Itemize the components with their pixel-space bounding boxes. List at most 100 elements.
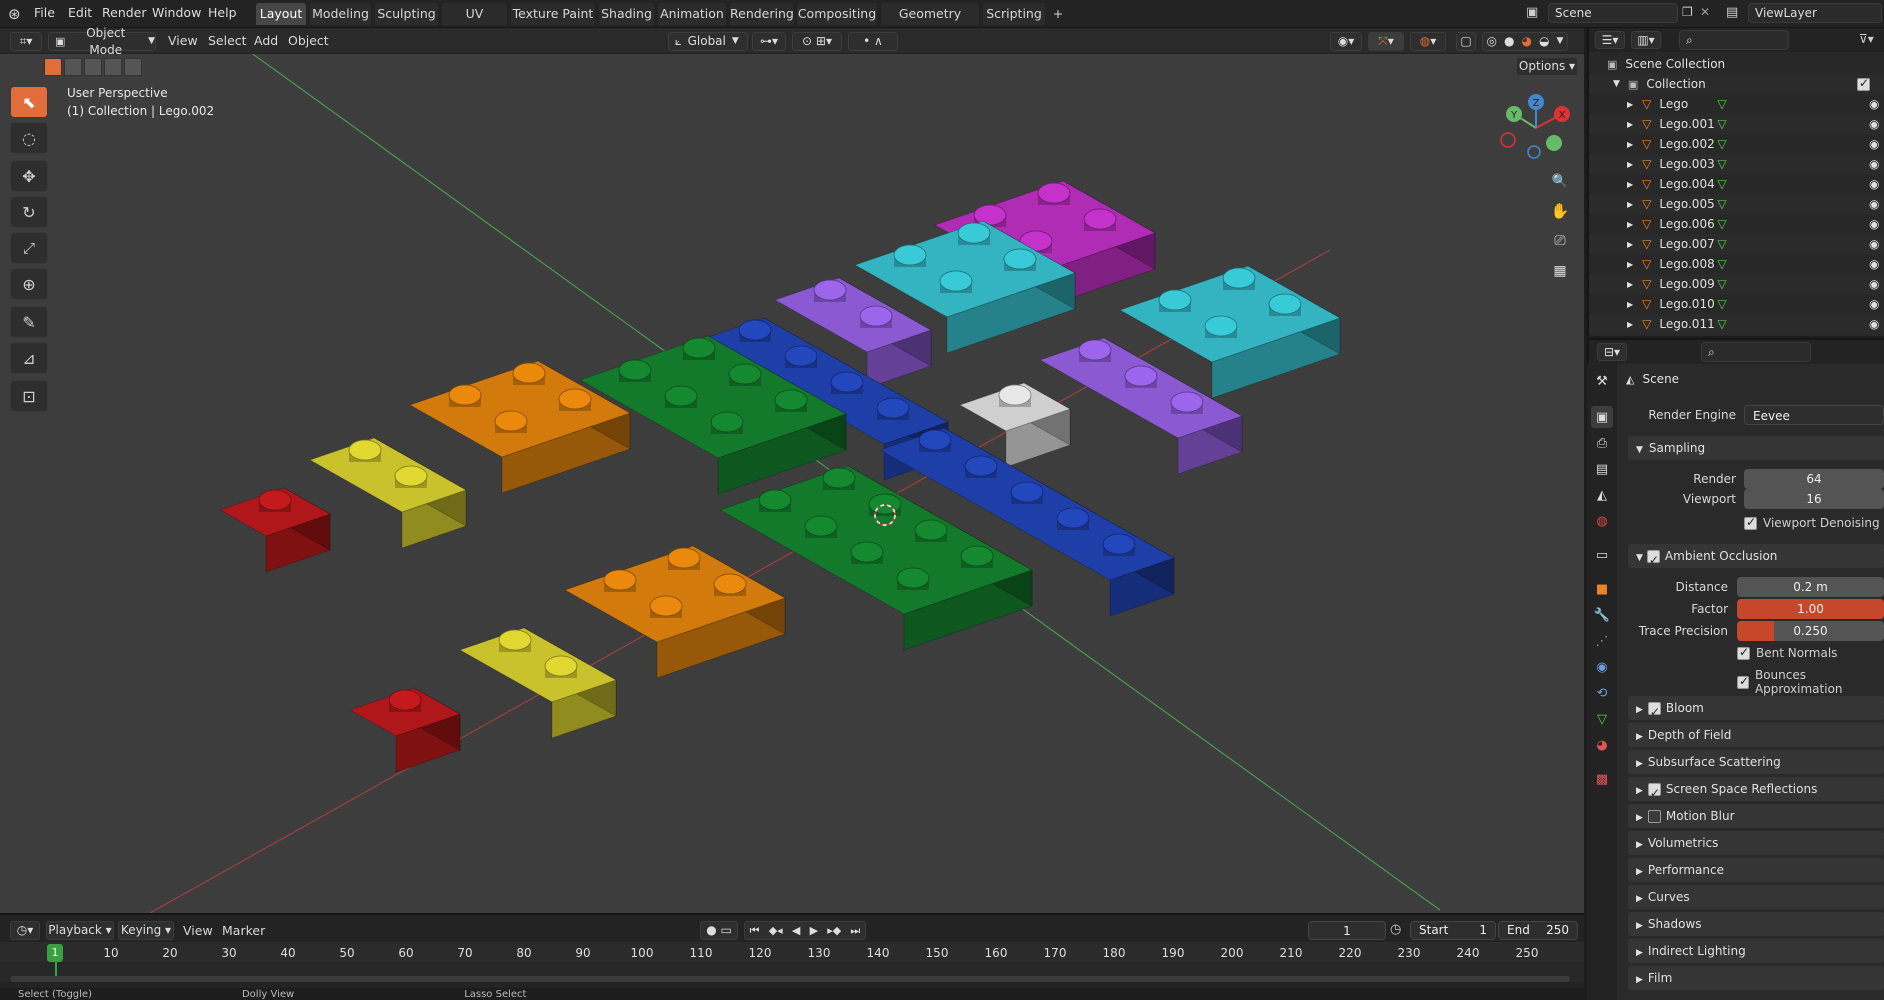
- tab-uv-editing[interactable]: UV Editing: [442, 3, 507, 43]
- outliner-editor-type-icon[interactable]: ☰▾: [1595, 31, 1625, 49]
- eye-icon[interactable]: ◉: [1869, 297, 1879, 311]
- ao-precision-slider[interactable]: 0.250: [1737, 621, 1884, 641]
- camera-icon[interactable]: ⎚: [1546, 228, 1574, 254]
- 3d-viewport[interactable]: [0, 28, 1584, 913]
- data-tab-icon[interactable]: ▽: [1591, 708, 1613, 730]
- select-invert-icon[interactable]: [104, 58, 122, 76]
- pivot-point-icon[interactable]: ⊶▾: [752, 32, 786, 51]
- timeline-marker-menu[interactable]: Marker: [222, 922, 265, 941]
- mesh-data-icon[interactable]: ▽: [1717, 257, 1726, 271]
- constraints-tab-icon[interactable]: ⟲: [1591, 682, 1613, 704]
- select-mode-buttons[interactable]: [44, 58, 142, 76]
- play-reverse-icon[interactable]: ◀: [792, 922, 800, 939]
- panel-enable-checkbox[interactable]: [1647, 781, 1661, 805]
- scene-collection-row[interactable]: ▣ Scene Collection: [1589, 54, 1884, 74]
- outliner-item-lego-001[interactable]: ▶ ▽ Lego.001 ▽ ◉: [1589, 114, 1884, 134]
- tab-scripting[interactable]: Scripting: [983, 3, 1045, 25]
- chevron-right-icon[interactable]: ▶: [1627, 220, 1633, 229]
- select-subtract-icon[interactable]: [84, 58, 102, 76]
- eye-icon[interactable]: ◉: [1869, 177, 1879, 191]
- auto-keying-icon[interactable]: ● ▭: [700, 921, 738, 940]
- mesh-data-icon[interactable]: ▽: [1717, 297, 1726, 311]
- panel-depth-of-field[interactable]: ▶ Depth of Field: [1628, 723, 1884, 747]
- outliner-item-lego-008[interactable]: ▶ ▽ Lego.008 ▽ ◉: [1589, 254, 1884, 274]
- tab-sculpting[interactable]: Sculpting: [375, 3, 438, 25]
- scale-tool-icon[interactable]: ⤢: [10, 232, 48, 264]
- grid-icon[interactable]: ▦: [1546, 258, 1574, 284]
- eye-icon[interactable]: ◉: [1869, 97, 1879, 111]
- panel-motion-blur[interactable]: ▶ Motion Blur: [1628, 804, 1884, 828]
- tab-texture-paint[interactable]: Texture Paint: [511, 3, 595, 25]
- exclude-checkbox[interactable]: [1857, 76, 1870, 91]
- snap-icon[interactable]: ⊙ ⊞▾: [792, 32, 842, 51]
- panel-volumetrics[interactable]: ▶ Volumetrics: [1628, 831, 1884, 855]
- eye-icon[interactable]: ◉: [1869, 197, 1879, 211]
- chevron-right-icon[interactable]: ▶: [1627, 120, 1633, 129]
- outliner-item-lego-003[interactable]: ▶ ▽ Lego.003 ▽ ◉: [1589, 154, 1884, 174]
- end-frame-field[interactable]: End 250: [1498, 921, 1578, 940]
- next-keyframe-icon[interactable]: ▸◆: [827, 922, 841, 939]
- collection-row[interactable]: ▼ ▣ Collection: [1589, 74, 1884, 94]
- timeline-view-menu[interactable]: View: [183, 922, 213, 941]
- wireframe-shading-icon[interactable]: ◎: [1487, 33, 1497, 50]
- panel-subsurface-scattering[interactable]: ▶ Subsurface Scattering: [1628, 750, 1884, 774]
- panel-indirect-lighting[interactable]: ▶ Indirect Lighting: [1628, 939, 1884, 963]
- bent-normals-checkbox[interactable]: Bent Normals: [1737, 645, 1837, 660]
- chevron-right-icon[interactable]: ▶: [1627, 160, 1633, 169]
- ao-enable-checkbox[interactable]: [1646, 548, 1660, 572]
- menu-add[interactable]: Add: [254, 32, 278, 51]
- editor-type-button[interactable]: ⌗▾: [10, 32, 42, 51]
- view-layer-icon[interactable]: ▤: [1726, 5, 1738, 20]
- options-button[interactable]: Options ▾: [1516, 57, 1578, 76]
- outliner-item-lego-006[interactable]: ▶ ▽ Lego.006 ▽ ◉: [1589, 214, 1884, 234]
- xray-icon[interactable]: ▢: [1456, 32, 1476, 51]
- eye-icon[interactable]: ◉: [1869, 137, 1879, 151]
- chevron-down-icon[interactable]: ▼: [1557, 33, 1564, 50]
- mesh-data-icon[interactable]: ▽: [1717, 177, 1726, 191]
- gizmo-toggle-icon[interactable]: ⤧▾: [1368, 32, 1404, 51]
- material-tab-icon[interactable]: ◕: [1591, 734, 1613, 756]
- physics-tab-icon[interactable]: ◉: [1591, 656, 1613, 678]
- rendered-shading-icon[interactable]: ◒: [1539, 33, 1549, 50]
- texture-tab-icon[interactable]: ▩: [1591, 768, 1613, 790]
- proportional-edit-icon[interactable]: • ∧: [848, 32, 898, 51]
- viewport-denoising-checkbox[interactable]: Viewport Denoising: [1744, 515, 1880, 530]
- mesh-data-icon[interactable]: ▽: [1717, 157, 1726, 171]
- outliner-item-lego-002[interactable]: ▶ ▽ Lego.002 ▽ ◉: [1589, 134, 1884, 154]
- select-extend-icon[interactable]: [64, 58, 82, 76]
- chevron-right-icon[interactable]: ▶: [1627, 180, 1633, 189]
- outliner-search-input[interactable]: ⌕: [1679, 30, 1789, 50]
- timeline-editor-type-icon[interactable]: ◷▾: [10, 921, 40, 940]
- outliner-item-lego-004[interactable]: ▶ ▽ Lego.004 ▽ ◉: [1589, 174, 1884, 194]
- measure-tool-icon[interactable]: ⊿: [10, 342, 48, 374]
- playhead[interactable]: 1: [47, 944, 63, 962]
- outliner-item-lego-011[interactable]: ▶ ▽ Lego.011 ▽ ◉: [1589, 314, 1884, 334]
- panel-shadows[interactable]: ▶ Shadows: [1628, 912, 1884, 936]
- tab-animation[interactable]: Animation: [658, 3, 726, 25]
- view-layer-tab-icon[interactable]: ▤: [1591, 458, 1613, 480]
- menu-file[interactable]: File: [32, 0, 57, 28]
- render-samples-field[interactable]: 64: [1744, 469, 1884, 489]
- outliner-item-lego[interactable]: ▶ ▽ Lego ▽ ◉: [1589, 94, 1884, 114]
- outliner-item-lego-005[interactable]: ▶ ▽ Lego.005 ▽ ◉: [1589, 194, 1884, 214]
- delete-scene-icon[interactable]: ✕: [1700, 5, 1710, 19]
- transform-tool-icon[interactable]: ⊕: [10, 268, 48, 300]
- properties-search-input[interactable]: ⌕: [1701, 342, 1811, 362]
- blender-logo-icon[interactable]: ⊛: [8, 5, 21, 23]
- eye-icon[interactable]: ◉: [1869, 217, 1879, 231]
- menu-window[interactable]: Window: [150, 0, 203, 28]
- panel-screen-space-reflections[interactable]: ▶Screen Space Reflections: [1628, 777, 1884, 805]
- menu-select[interactable]: Select: [208, 32, 247, 51]
- chevron-right-icon[interactable]: ▶: [1627, 320, 1633, 329]
- eye-icon[interactable]: ◉: [1869, 257, 1879, 271]
- render-tab-icon[interactable]: ▣: [1591, 406, 1613, 428]
- ambient-occlusion-panel-header[interactable]: ▼Ambient Occlusion: [1628, 544, 1884, 572]
- properties-editor-type-icon[interactable]: ⊟▾: [1597, 343, 1627, 361]
- chevron-right-icon[interactable]: ▶: [1627, 260, 1633, 269]
- jump-start-icon[interactable]: ⏮: [750, 922, 760, 939]
- add-cube-tool-icon[interactable]: ⊡: [10, 380, 48, 412]
- menu-object[interactable]: Object: [288, 32, 329, 51]
- cursor-tool-icon[interactable]: ◌: [10, 122, 48, 154]
- sampling-panel-header[interactable]: ▼ Sampling: [1628, 436, 1884, 460]
- tab-layout[interactable]: Layout: [256, 3, 306, 25]
